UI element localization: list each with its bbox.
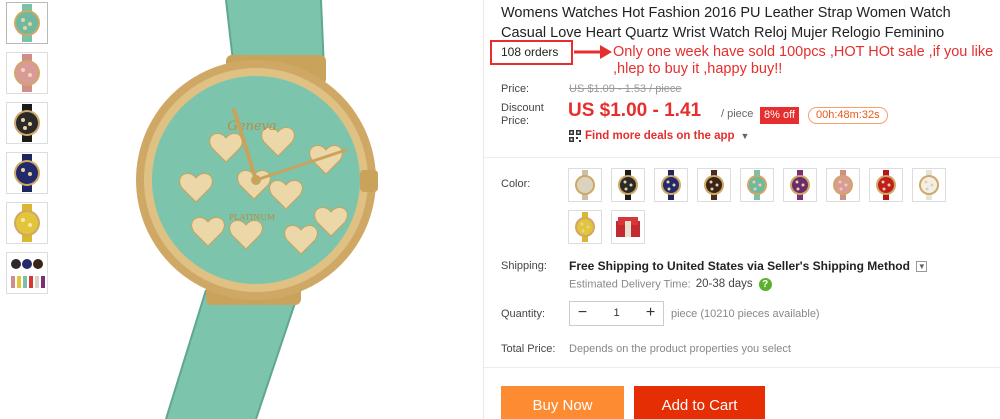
estimated-delivery-days: 20-38 days (695, 278, 753, 291)
quantity-stepper: − 1 + (569, 301, 664, 326)
shipping-method[interactable]: Seller's Shipping Method (767, 259, 910, 273)
column-divider (483, 0, 484, 419)
color-swatch-image (704, 170, 724, 200)
shipping-country[interactable]: United States (667, 259, 744, 273)
add-to-cart-button[interactable]: Add to Cart (634, 386, 765, 419)
quantity-increase-button[interactable]: + (638, 302, 663, 325)
color-swatch-red[interactable] (869, 168, 903, 202)
main-product-image[interactable]: Geneva PLATINUM (56, 0, 481, 419)
qr-code-icon (569, 130, 581, 142)
free-shipping-text: Free Shipping (569, 259, 650, 273)
color-swatch-box[interactable] (611, 210, 645, 244)
estimated-delivery-label: Estimated Delivery Time: (569, 278, 691, 291)
color-swatch-image (833, 170, 853, 200)
thumbnail-yellow-watch[interactable] (6, 202, 48, 244)
color-swatch-image (575, 170, 595, 200)
color-label: Color: (501, 178, 531, 190)
thumbnail-list (6, 2, 50, 302)
promo-annotation: Only one week have sold 100pcs ,HOT HOt … (613, 44, 994, 77)
color-swatch-yellow[interactable] (568, 210, 602, 244)
discount-price-label-1: Discount (501, 102, 544, 114)
help-question-icon[interactable]: ? (758, 278, 772, 291)
caret-down-icon: ▼ (740, 131, 750, 141)
color-swatch-image (661, 170, 681, 200)
color-swatch-white[interactable] (912, 168, 946, 202)
discount-price-label-2: Price: (501, 115, 530, 127)
orders-count: 108 orders (490, 40, 573, 65)
color-swatch-image (616, 217, 640, 237)
watch-subtext: PLATINUM (229, 213, 275, 222)
discount-price: US $1.00 - 1.41 (568, 100, 702, 121)
discount-badge: 8% off (760, 107, 799, 124)
color-swatch-image (747, 170, 767, 200)
original-price: US $1.09 - 1.53 / piece (569, 83, 682, 95)
buy-now-button[interactable]: Buy Now (501, 386, 624, 419)
color-swatch-image (575, 212, 595, 242)
estimated-delivery: Estimated Delivery Time: 20-38 days ? (569, 278, 772, 291)
color-swatch-list (568, 168, 988, 244)
color-swatch-image (618, 170, 638, 200)
thumbnail-pink-watch[interactable] (6, 52, 48, 94)
color-swatch-image (790, 170, 810, 200)
color-swatch-image (876, 170, 896, 200)
total-price-note: Depends on the product properties you se… (569, 343, 791, 355)
color-swatch-black[interactable] (611, 168, 645, 202)
color-swatch-beige[interactable] (568, 168, 602, 202)
price-label: Price: (501, 83, 530, 95)
countdown-timer: 00h:48m:32s (808, 107, 888, 124)
thumbnail-black-watch[interactable] (6, 102, 48, 144)
section-divider (484, 367, 1000, 368)
thumbnail-all-colors[interactable] (6, 252, 48, 294)
color-swatch-purple[interactable] (783, 168, 817, 202)
app-deals-text: Find more deals on the app (585, 130, 735, 142)
section-divider (484, 157, 1000, 158)
total-price-label: Total Price: (501, 343, 556, 355)
watch-brand-text: Geneva (227, 119, 276, 134)
shipping-label: Shipping: (501, 260, 547, 272)
color-swatch-blue[interactable] (654, 168, 688, 202)
quantity-decrease-button[interactable]: − (570, 302, 595, 325)
shipping-to-text: to (652, 259, 664, 273)
shipping-via-text: via (747, 259, 764, 273)
color-swatch-pink[interactable] (826, 168, 860, 202)
product-page: Geneva PLATINUM Womens Watches Hot Fashi… (0, 0, 1000, 419)
quantity-available: piece (10210 pieces available) (671, 308, 820, 320)
app-deals-link[interactable]: Find more deals on the app ▼ (569, 130, 749, 142)
price-unit: / piece (721, 108, 754, 120)
quantity-label: Quantity: (501, 308, 546, 320)
color-swatch-image (919, 170, 939, 200)
arrow-right-icon (574, 45, 612, 59)
product-title: Womens Watches Hot Fashion 2016 PU Leath… (501, 5, 951, 41)
quantity-input[interactable]: 1 (595, 302, 638, 325)
color-swatch-green[interactable] (740, 168, 774, 202)
color-swatch-brown[interactable] (697, 168, 731, 202)
shipping-info: Free Shipping to United States via Selle… (569, 259, 928, 273)
thumbnail-blue-watch[interactable] (6, 152, 48, 194)
shipping-dropdown-icon[interactable]: ▼ (916, 261, 928, 273)
thumbnail-green-watch[interactable] (6, 2, 48, 44)
